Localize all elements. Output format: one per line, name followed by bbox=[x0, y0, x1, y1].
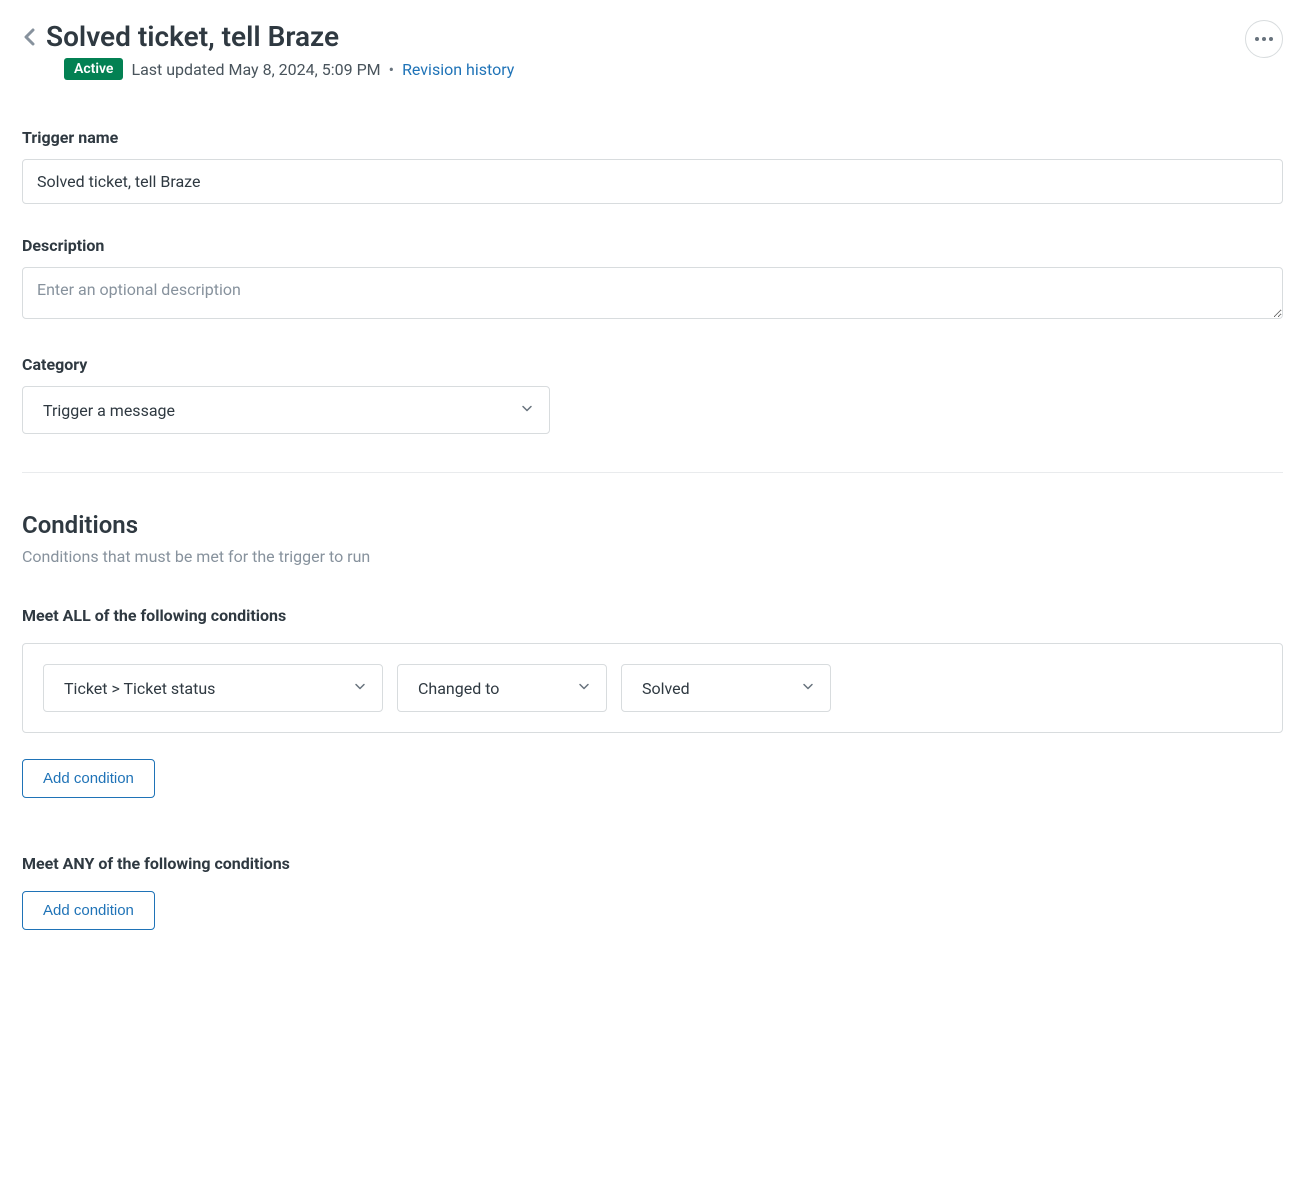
trigger-name-input[interactable] bbox=[22, 159, 1283, 204]
header-meta: Active Last updated May 8, 2024, 5:09 PM… bbox=[64, 58, 1283, 80]
category-label: Category bbox=[22, 355, 1283, 374]
conditions-title: Conditions bbox=[22, 511, 1283, 539]
form-section: Trigger name Description Category Trigge… bbox=[22, 128, 1283, 930]
title-block: Solved ticket, tell Braze bbox=[46, 20, 339, 53]
add-all-condition-button[interactable]: Add condition bbox=[22, 759, 155, 798]
status-badge: Active bbox=[64, 58, 123, 80]
dots-icon bbox=[1269, 37, 1273, 41]
condition-operator-select[interactable]: Changed to bbox=[397, 664, 607, 712]
section-divider bbox=[22, 472, 1283, 473]
description-label: Description bbox=[22, 236, 1283, 255]
any-conditions-heading: Meet ANY of the following conditions bbox=[22, 854, 1283, 873]
category-select-value: Trigger a message bbox=[22, 386, 550, 434]
condition-value-value: Solved bbox=[621, 664, 831, 712]
header-left: Solved ticket, tell Braze bbox=[22, 20, 339, 53]
conditions-subtitle: Conditions that must be met for the trig… bbox=[22, 547, 1283, 566]
condition-row: Ticket > Ticket status Changed to Solved bbox=[22, 643, 1283, 733]
dots-icon bbox=[1255, 37, 1259, 41]
last-updated-text: Last updated May 8, 2024, 5:09 PM bbox=[131, 60, 380, 79]
trigger-name-field: Trigger name bbox=[22, 128, 1283, 204]
page-header: Solved ticket, tell Braze bbox=[22, 20, 1283, 58]
add-any-condition-button[interactable]: Add condition bbox=[22, 891, 155, 930]
dots-icon bbox=[1262, 37, 1266, 41]
trigger-name-label: Trigger name bbox=[22, 128, 1283, 147]
conditions-all-group: Meet ALL of the following conditions Tic… bbox=[22, 606, 1283, 798]
condition-value-select[interactable]: Solved bbox=[621, 664, 831, 712]
condition-field-value: Ticket > Ticket status bbox=[43, 664, 383, 712]
back-chevron-icon[interactable] bbox=[22, 28, 38, 50]
all-conditions-heading: Meet ALL of the following conditions bbox=[22, 606, 1283, 625]
description-input[interactable] bbox=[22, 267, 1283, 319]
description-field: Description bbox=[22, 236, 1283, 323]
category-field: Category Trigger a message bbox=[22, 355, 1283, 434]
revision-history-link[interactable]: Revision history bbox=[402, 60, 514, 79]
more-actions-button[interactable] bbox=[1245, 20, 1283, 58]
page-title: Solved ticket, tell Braze bbox=[46, 20, 339, 53]
category-select[interactable]: Trigger a message bbox=[22, 386, 550, 434]
condition-operator-value: Changed to bbox=[397, 664, 607, 712]
meta-separator: • bbox=[389, 60, 394, 79]
conditions-any-group: Meet ANY of the following conditions Add… bbox=[22, 854, 1283, 930]
condition-field-select[interactable]: Ticket > Ticket status bbox=[43, 664, 383, 712]
